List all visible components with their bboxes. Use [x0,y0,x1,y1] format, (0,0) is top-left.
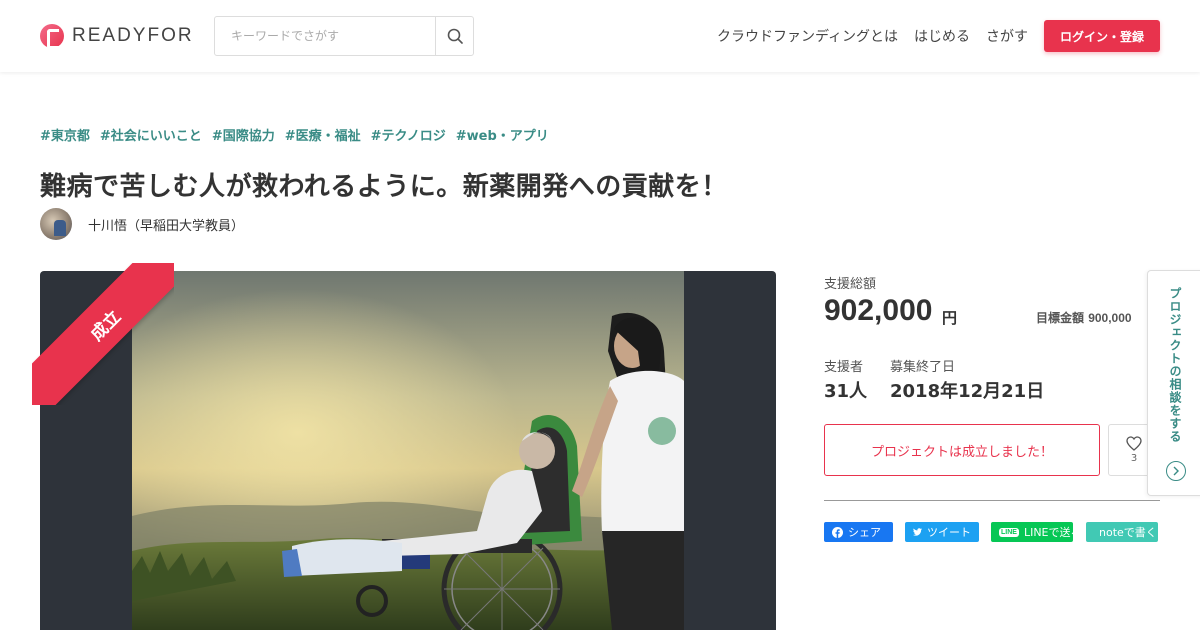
facebook-share-label: シェア [848,526,881,539]
total-amount-unit: 円 [942,309,958,327]
consult-tab-label: プロジェクトの相談をする [1168,287,1182,443]
line-share-button[interactable]: LINE LINEで送る [991,522,1082,542]
supporters-value: 31人 [824,381,868,402]
site-header: READYFOR クラウドファンディングとは はじめる さがす ログイン・登録 [0,0,1200,72]
line-icon: LINE [999,527,1019,537]
success-ribbon-label: 成立 [32,263,174,405]
project-consult-tab[interactable]: プロジェクトの相談をする [1147,270,1200,496]
goal-label: 目標金額 [1036,311,1085,325]
search-box [214,16,474,56]
supporters-label: 支援者 [824,360,864,375]
tag-link[interactable]: #社会にいいこと [100,125,202,144]
facebook-share-button[interactable]: シェア [824,522,893,542]
project-tags: #東京都 #社会にいいこと #国際協力 #医療・福祉 #テクノロジ #web・ア… [40,125,549,144]
project-photo [132,271,684,630]
note-share-button[interactable]: noteで書く [1086,522,1158,542]
facebook-icon [832,526,843,538]
favorite-count: 3 [1130,453,1138,464]
site-logo[interactable]: READYFOR [40,24,194,49]
owner-name: 十川悟（早稲田大学教員） [88,218,245,234]
chevron-right-icon [1166,461,1186,481]
logo-text: READYFOR [72,25,194,46]
login-register-button[interactable]: ログイン・登録 [1044,20,1160,52]
twitter-share-button[interactable]: ツイート [905,522,979,542]
line-share-label: LINEで送る [1023,526,1082,539]
search-input[interactable] [215,17,435,55]
goal-value: 900,000 [1088,311,1132,325]
project-success-button[interactable]: プロジェクトは成立しました！ [824,424,1100,476]
search-button[interactable] [435,17,473,55]
project-title: 難病で苦しむ人が救われるように。新薬開発への貢献を！ [40,172,728,202]
tag-link[interactable]: #国際協力 [212,125,275,144]
goal-amount: 目標金額 900,000 [1036,309,1132,326]
tag-link[interactable]: #医療・福祉 [285,125,361,144]
twitter-icon [913,528,922,536]
note-share-label: noteで書く [1099,526,1157,539]
nav-start[interactable]: はじめる [914,26,970,46]
end-date-value: 2018年12月21日 [890,381,1045,402]
heart-icon [1126,436,1142,451]
logo-mark-icon [40,24,64,49]
total-amount-label: 支援総額 [824,277,877,292]
success-ribbon: 成立 [32,263,174,405]
project-owner[interactable]: 十川悟（早稲田大学教員） [40,208,244,240]
divider [824,500,1160,501]
tag-link[interactable]: #テクノロジ [371,125,446,144]
search-icon [447,28,463,44]
nav-search[interactable]: さがす [986,26,1028,46]
avatar [40,208,72,240]
tag-link[interactable]: #東京都 [40,125,90,144]
nav-about-crowdfunding[interactable]: クラウドファンディングとは [717,26,898,46]
twitter-share-label: ツイート [927,526,971,539]
total-amount-value: 902,000 [824,294,933,327]
end-date-label: 募集終了日 [890,360,956,375]
tag-link[interactable]: #web・アプリ [456,125,549,144]
